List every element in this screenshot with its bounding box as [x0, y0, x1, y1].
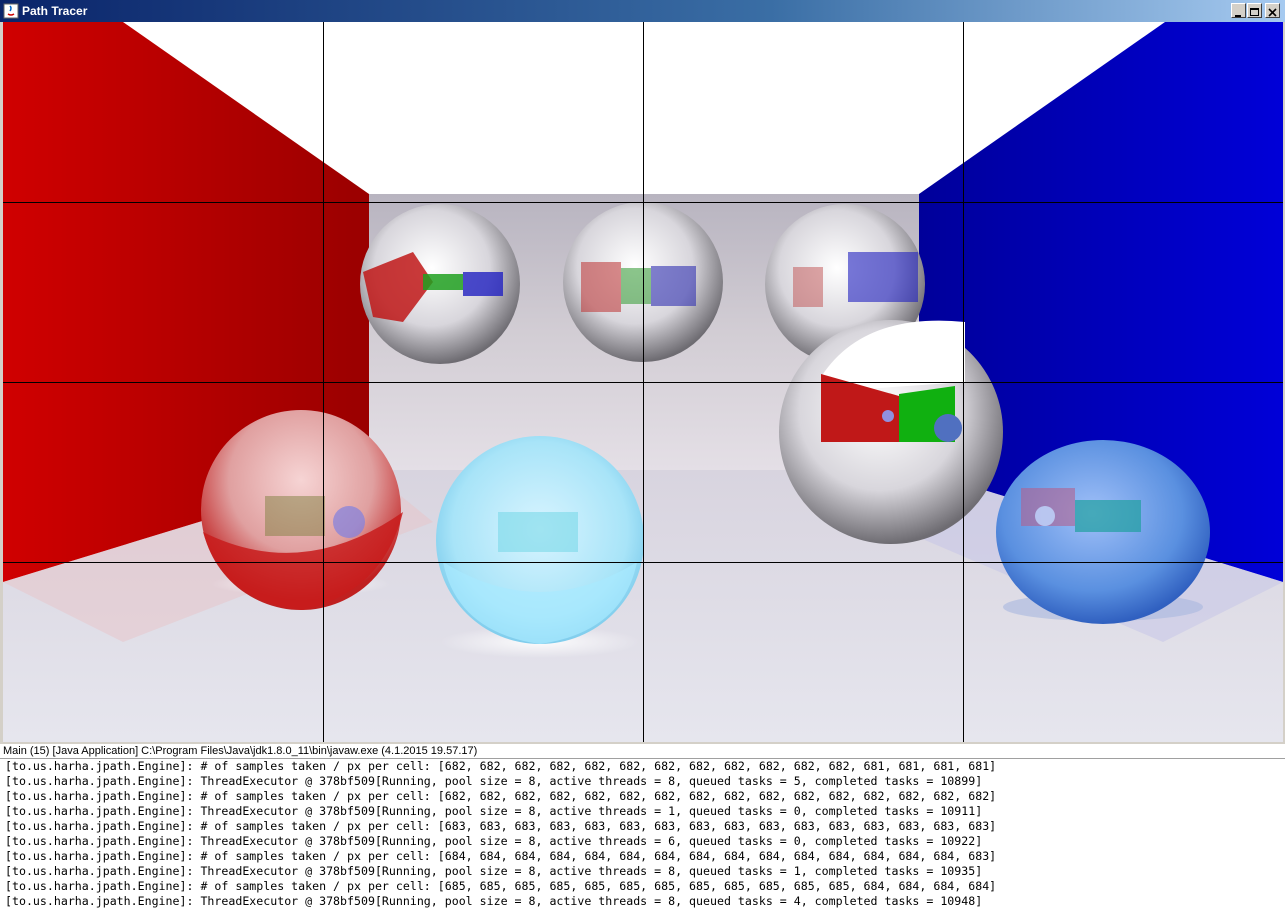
log-line: [to.us.harha.jpath.Engine]: # of samples…	[5, 789, 997, 803]
log-line: [to.us.harha.jpath.Engine]: # of samples…	[5, 759, 997, 773]
java-app-icon	[3, 3, 19, 19]
title-bar[interactable]: Path Tracer	[0, 0, 1285, 22]
close-icon	[1268, 8, 1277, 17]
log-line: [to.us.harha.jpath.Engine]: ThreadExecut…	[5, 864, 983, 878]
log-line: [to.us.harha.jpath.Engine]: ThreadExecut…	[5, 774, 983, 788]
log-line: [to.us.harha.jpath.Engine]: # of samples…	[5, 849, 997, 863]
render-viewport[interactable]	[3, 22, 1283, 742]
log-line: [to.us.harha.jpath.Engine]: ThreadExecut…	[5, 834, 983, 848]
log-line: [to.us.harha.jpath.Engine]: ThreadExecut…	[5, 804, 983, 818]
rendered-scene	[3, 22, 1283, 742]
maximize-icon	[1250, 8, 1259, 16]
close-button[interactable]	[1265, 3, 1280, 18]
large-mirror-sphere	[779, 320, 1003, 544]
log-line: [to.us.harha.jpath.Engine]: ThreadExecut…	[5, 894, 983, 908]
console-header: Main (15) [Java Application] C:\Program …	[3, 745, 478, 757]
minimize-icon	[1235, 15, 1241, 17]
log-line: [to.us.harha.jpath.Engine]: # of samples…	[5, 879, 997, 893]
blue-glass-sphere	[996, 440, 1210, 624]
maximize-button[interactable]	[1247, 3, 1262, 18]
mirror-sphere-1	[360, 204, 520, 364]
window-title: Path Tracer	[22, 4, 88, 18]
minimize-button[interactable]	[1231, 3, 1246, 18]
console-output[interactable]: [to.us.harha.jpath.Engine]: # of samples…	[0, 758, 1285, 912]
log-line: [to.us.harha.jpath.Engine]: # of samples…	[5, 819, 997, 833]
